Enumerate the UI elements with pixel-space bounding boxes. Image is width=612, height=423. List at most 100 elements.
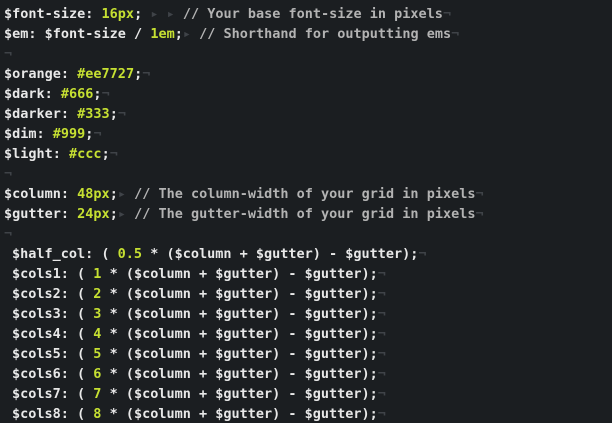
code-token-tok: : ( — [60, 346, 94, 362]
code-line[interactable]: $font-size: 16px; ▸ ▸ // Your base font-… — [4, 4, 451, 24]
code-token-tok: * ($column + $gutter) - $gutter); — [142, 246, 419, 262]
invisible-char: ¬ — [377, 306, 386, 322]
code-token-var: $light — [4, 146, 53, 162]
code-token-tok: : — [60, 66, 78, 82]
code-line[interactable]: $orange: #ee7727;¬ — [4, 64, 150, 84]
code-token-tok: : ( — [60, 326, 94, 342]
code-token-comment: // Your base font-size in pixels — [182, 6, 443, 22]
code-token-tok: : — [44, 86, 61, 102]
code-token-tok: * ($column + $gutter) - $gutter); — [101, 346, 378, 362]
code-token-tok: ; — [109, 186, 118, 202]
code-line[interactable]: ¬ — [4, 224, 12, 244]
code-line[interactable]: $cols8: ( 8 * ($column + $gutter) - $gut… — [12, 404, 386, 423]
code-token-tok: ; — [93, 86, 102, 102]
code-line[interactable]: $gutter: 24px;▸ // The gutter-width of y… — [4, 204, 484, 224]
code-token-num: 24px — [77, 206, 110, 222]
code-token-var: $orange — [4, 66, 61, 82]
code-token-tok: * ($column + $gutter) - $gutter); — [101, 326, 378, 342]
code-token-var: $darker — [4, 106, 61, 122]
code-token-num: 0.5 — [117, 246, 143, 262]
invisible-char: ¬ — [109, 146, 118, 162]
code-token-var: $dim — [4, 126, 37, 142]
code-token-tok: : ( — [85, 246, 118, 262]
invisible-char: ¬ — [4, 46, 13, 62]
code-token-comment: // The column-width of your grid in pixe… — [134, 186, 476, 202]
code-line[interactable]: $cols3: ( 3 * ($column + $gutter) - $gut… — [12, 304, 386, 324]
code-line[interactable]: $light: #ccc;¬ — [4, 144, 118, 164]
code-token-tok: $font-size / — [44, 26, 151, 42]
code-token-var: $cols5 — [12, 346, 61, 362]
code-token-var: $font-size — [4, 6, 86, 22]
code-line[interactable]: $cols5: ( 5 * ($column + $gutter) - $gut… — [12, 344, 386, 364]
code-token-var: $em — [4, 26, 29, 42]
invisible-char: ¬ — [475, 206, 484, 222]
code-token-tok: * ($column + $gutter) - $gutter); — [101, 266, 378, 282]
code-editor[interactable]: $font-size: 16px; ▸ ▸ // Your base font-… — [0, 0, 612, 423]
code-line[interactable]: $cols7: ( 7 * ($column + $gutter) - $gut… — [12, 384, 386, 404]
code-token-tok: ; — [174, 26, 183, 42]
code-token-var: $cols1 — [12, 266, 61, 282]
code-token-num: #ee7727 — [77, 66, 135, 82]
code-token-tok: : — [36, 126, 53, 142]
code-token-tok: ; — [109, 106, 118, 122]
code-token-tok: : — [60, 186, 78, 202]
code-token-var: $dark — [4, 86, 45, 102]
code-line[interactable]: $dim: #999;¬ — [4, 124, 102, 144]
invisible-char: ¬ — [442, 6, 452, 22]
code-line[interactable]: $column: 48px;▸ // The column-width of y… — [4, 184, 484, 204]
code-token-tok: ; — [134, 66, 143, 82]
code-token-tok: * ($column + $gutter) - $gutter); — [101, 286, 378, 302]
code-token-tok: * ($column + $gutter) - $gutter); — [101, 366, 378, 382]
code-token-tok: : ( — [60, 286, 94, 302]
code-token-num: #ccc — [69, 146, 102, 162]
invisible-char: ¬ — [475, 186, 484, 202]
code-token-var: $cols7 — [12, 386, 61, 402]
code-token-tok: : — [60, 106, 78, 122]
code-token-tok: * ($column + $gutter) - $gutter); — [101, 386, 378, 402]
invisible-char: ¬ — [93, 126, 102, 142]
code-token-var: $cols8 — [12, 406, 61, 422]
invisible-char: ¬ — [101, 86, 110, 102]
code-token-tok: : — [28, 26, 45, 42]
code-token-var: $cols3 — [12, 306, 61, 322]
code-line[interactable]: $darker: #333;¬ — [4, 104, 126, 124]
code-line[interactable]: ¬ — [4, 44, 12, 64]
code-token-num: 1em — [150, 26, 175, 42]
invisible-char: ¬ — [418, 246, 427, 262]
code-token-var: $gutter — [4, 206, 61, 222]
code-line[interactable]: $cols2: ( 2 * ($column + $gutter) - $gut… — [12, 284, 386, 304]
invisible-char: ▸ — [117, 186, 135, 202]
code-token-tok: ; — [109, 206, 118, 222]
code-token-num: #333 — [77, 106, 110, 122]
code-line[interactable]: $cols6: ( 6 * ($column + $gutter) - $gut… — [12, 364, 386, 384]
code-token-tok: : ( — [60, 366, 94, 382]
code-token-var: $half_col — [12, 246, 86, 262]
code-token-num: #666 — [60, 86, 94, 102]
code-token-tok: : ( — [60, 266, 94, 282]
invisible-char: ¬ — [451, 26, 460, 42]
invisible-char: ¬ — [117, 106, 126, 122]
invisible-char: ¬ — [377, 366, 386, 382]
code-line[interactable]: $cols1: ( 1 * ($column + $gutter) - $gut… — [12, 264, 386, 284]
invisible-char: ▸ — [117, 206, 135, 222]
code-token-tok: ; — [101, 146, 110, 162]
code-token-tok: * ($column + $gutter) - $gutter); — [101, 406, 378, 422]
invisible-char: ¬ — [377, 326, 386, 342]
code-token-num: 48px — [77, 186, 110, 202]
code-token-tok: : — [60, 206, 78, 222]
code-line[interactable]: ¬ — [4, 164, 12, 184]
code-token-num: 16px — [101, 6, 135, 22]
code-line[interactable]: $half_col: ( 0.5 * ($column + $gutter) -… — [12, 244, 427, 264]
code-line[interactable]: $em: $font-size / 1em;▸ // Shorthand for… — [4, 24, 459, 44]
code-token-var: $cols2 — [12, 286, 61, 302]
code-token-var: $cols6 — [12, 366, 61, 382]
code-token-tok: : ( — [60, 306, 94, 322]
invisible-char: ▸ — [182, 26, 200, 42]
code-token-comment: // The gutter-width of your grid in pixe… — [134, 206, 476, 222]
code-line[interactable]: $cols4: ( 4 * ($column + $gutter) - $gut… — [12, 324, 386, 344]
code-line[interactable]: $dark: #666;¬ — [4, 84, 110, 104]
invisible-char: ¬ — [377, 386, 386, 402]
invisible-char: ¬ — [142, 66, 151, 82]
code-token-comment: // Shorthand for outputting ems — [199, 26, 452, 42]
code-token-tok: * ($column + $gutter) - $gutter); — [101, 306, 378, 322]
